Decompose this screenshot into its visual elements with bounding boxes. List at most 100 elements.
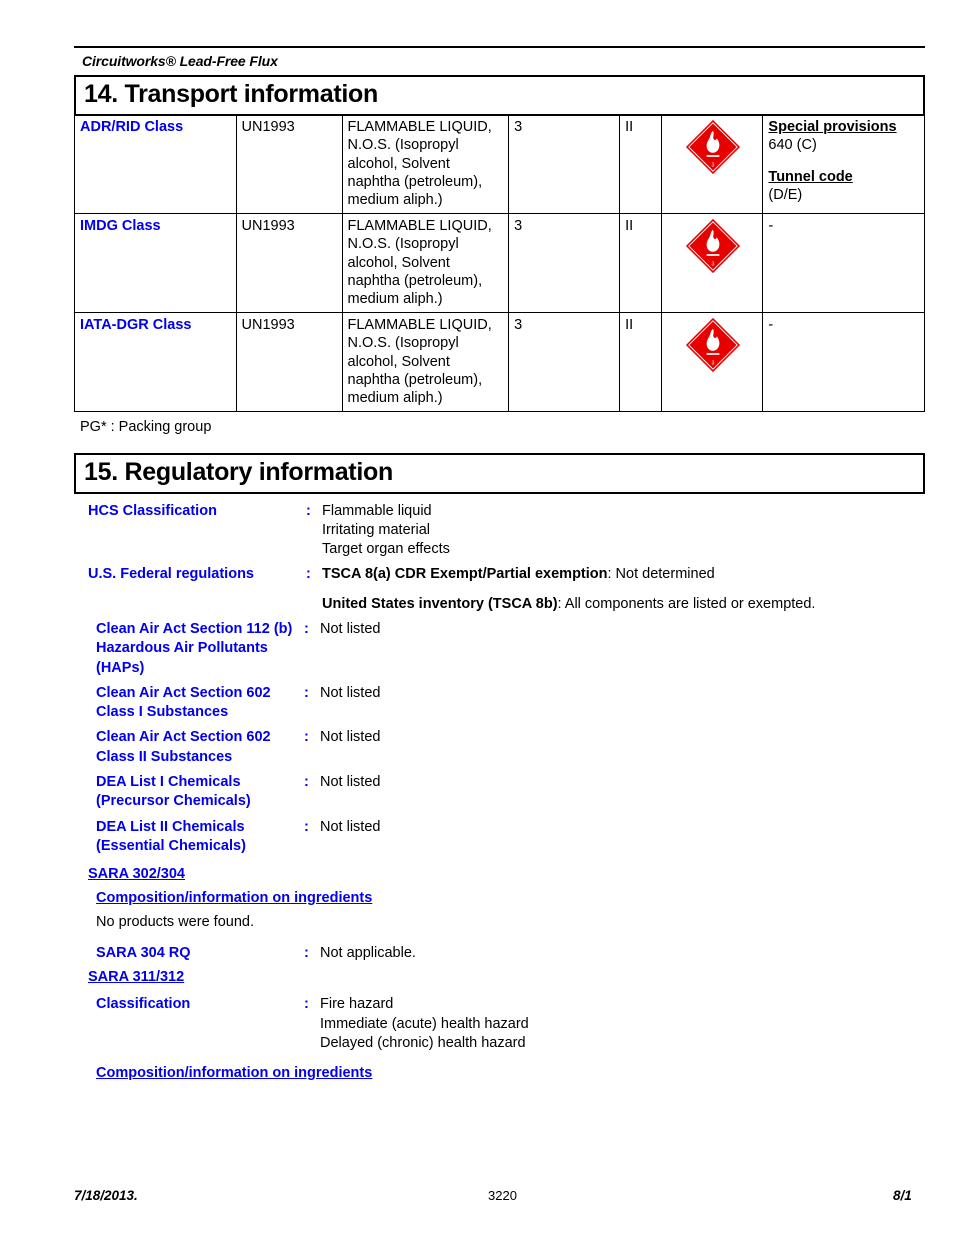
value-line: United States inventory (TSCA 8b): All c… (322, 595, 925, 614)
transport-shipping-name: FLAMMABLE LIQUID, N.O.S. (Isopropyl alco… (341, 311, 510, 412)
value-line: Immediate (acute) health hazard (320, 1015, 529, 1032)
value-line: Flammable liquid (322, 502, 432, 519)
clean-air-act-602-class-1-value: Not listed (320, 684, 381, 701)
transport-information-table: ADR/RID Class UN1993 FLAMMABLE LIQUID, N… (74, 113, 925, 412)
transport-un-number: UN1993 (235, 212, 343, 313)
regulatory-entries: HCS Classification : Flammable liquid Ir… (74, 502, 925, 1082)
clean-air-act-602-class-2-row: Clean Air Act Section 602 Class II Subst… (74, 728, 925, 767)
colon: : (306, 502, 311, 519)
section-15-wrapper: 15. Regulatory information (74, 452, 925, 494)
flammable-liquid-diamond-icon: 3 (684, 118, 742, 176)
colon: : (304, 996, 309, 1013)
page-content: Circuitworks® Lead-Free Flux 14. Transpo… (74, 0, 925, 1081)
dea-list-1-row: DEA List I Chemicals (Precursor Chemical… (74, 773, 925, 812)
sara-304-rq-row: SARA 304 RQ : Not applicable. (74, 944, 925, 963)
clean-air-act-602-class-2-value: Not listed (320, 729, 381, 746)
clean-air-act-112-row: Clean Air Act Section 112 (b) Hazardous … (74, 620, 925, 678)
flammable-liquid-diamond-icon: 3 (684, 217, 742, 275)
value-line: Fire hazard (320, 996, 394, 1013)
colon: : (304, 773, 309, 790)
colon: : (304, 945, 309, 962)
dea-list-2-value: Not listed (320, 818, 381, 835)
transport-row-label: ADR/RID Class (74, 113, 237, 214)
hcs-classification-label: HCS Classification (88, 502, 217, 519)
footer-page-number: 8/1 (893, 1188, 912, 1203)
section-15-title: 15. Regulatory information (74, 452, 925, 494)
dea-list-2-label: DEA List II Chemicals (Essential Chemica… (96, 818, 246, 854)
sds-page: Circuitworks® Lead-Free Flux 14. Transpo… (0, 0, 954, 1235)
transport-shipping-name: FLAMMABLE LIQUID, N.O.S. (Isopropyl alco… (341, 113, 510, 214)
flammable-liquid-diamond-icon: 3 (684, 316, 742, 374)
value-line: Irritating material (322, 521, 430, 538)
dea-list-1-value: Not listed (320, 773, 381, 790)
us-federal-regulations-row: U.S. Federal regulations : TSCA 8(a) CDR… (74, 565, 925, 614)
svg-text:3: 3 (712, 361, 715, 367)
transport-row-label: IMDG Class (74, 212, 237, 313)
colon: : (304, 818, 309, 835)
transport-additional-info: Special provisions 640 (C) Tunnel code (… (762, 113, 925, 214)
sara-304-rq-value: Not applicable. (320, 945, 416, 962)
transport-un-number: UN1993 (235, 311, 343, 412)
transport-additional-info: - (762, 311, 925, 412)
value-line: Target organ effects (322, 541, 450, 558)
clean-air-act-112-label: Clean Air Act Section 112 (b) Hazardous … (96, 621, 293, 676)
sara-311-312-classification-row: Classification : Fire hazard Immediate (… (74, 995, 925, 1053)
colon: : (304, 684, 309, 701)
tunnel-code-value: (D/E) (768, 186, 803, 203)
transport-pictogram-cell: 3 (661, 212, 764, 313)
colon: : (304, 729, 309, 746)
footer-date: 7/18/2013. (74, 1188, 138, 1203)
colon: : (304, 621, 309, 637)
svg-text:3: 3 (712, 262, 715, 268)
transport-row-label: IATA-DGR Class (74, 311, 237, 412)
transport-class: 3 (508, 113, 621, 214)
special-provisions-title: Special provisions (768, 118, 897, 135)
sara-311-312-classification-value: Fire hazard Immediate (acute) health haz… (320, 995, 925, 1053)
tsca-cdr-label: TSCA 8(a) CDR Exempt/Partial exemption (322, 566, 608, 583)
us-federal-regulations-label: U.S. Federal regulations (88, 566, 254, 583)
sara-302-304-composition-link: Composition/information on ingredients (96, 890, 373, 907)
svg-text:3: 3 (712, 162, 715, 168)
transport-additional-info: - (762, 212, 925, 313)
clean-air-act-112-value: Not listed (320, 621, 381, 637)
tunnel-code-title: Tunnel code (768, 168, 853, 185)
sara-302-304-heading: SARA 302/304 (88, 866, 185, 883)
transport-pictogram-cell: 3 (661, 311, 764, 412)
clean-air-act-602-class-1-label: Clean Air Act Section 602 Class I Substa… (96, 684, 271, 721)
value-line: Delayed (chronic) health hazard (320, 1034, 526, 1051)
tsca-cdr-value: : Not determined (607, 566, 715, 583)
sara-304-rq-label: SARA 304 RQ (96, 945, 191, 962)
hcs-classification-value: Flammable liquid Irritating material Tar… (322, 502, 925, 560)
transport-class: 3 (508, 311, 621, 412)
table-row: IMDG Class UN1993 FLAMMABLE LIQUID, N.O.… (74, 212, 925, 313)
clean-air-act-602-class-1-row: Clean Air Act Section 602 Class I Substa… (74, 684, 925, 723)
transport-packing-group: II (619, 212, 663, 313)
table-row: IATA-DGR Class UN1993 FLAMMABLE LIQUID, … (74, 311, 925, 412)
clean-air-act-602-class-2-label: Clean Air Act Section 602 Class II Subst… (96, 729, 271, 765)
tsca-inventory-value: : All components are listed or exempted. (557, 595, 816, 612)
dea-list-1-label: DEA List I Chemicals (Precursor Chemical… (96, 773, 251, 810)
running-header: Circuitworks® Lead-Free Flux (74, 46, 925, 77)
tsca-inventory-label: United States inventory (TSCA 8b) (322, 595, 558, 612)
value-line: TSCA 8(a) CDR Exempt/Partial exemption: … (322, 565, 925, 584)
page-footer: 7/18/2013. 3220 8/1 (0, 1188, 954, 1212)
transport-pictogram-cell: 3 (661, 113, 764, 214)
footer-product-code: 3220 (488, 1188, 517, 1203)
sara-311-312-heading: SARA 311/312 (88, 969, 185, 986)
packing-group-footnote: PG* : Packing group (80, 418, 212, 435)
hcs-classification-row: HCS Classification : Flammable liquid Ir… (74, 502, 925, 560)
transport-packing-group: II (619, 311, 663, 412)
colon: : (306, 566, 311, 583)
section-14-title: 14. Transport information (74, 77, 925, 116)
sara-302-304-note: No products were found. (96, 914, 254, 931)
table-row: ADR/RID Class UN1993 FLAMMABLE LIQUID, N… (74, 113, 925, 214)
transport-shipping-name: FLAMMABLE LIQUID, N.O.S. (Isopropyl alco… (341, 212, 510, 313)
sara-311-312-composition-link: Composition/information on ingredients (96, 1065, 373, 1082)
sara-311-312-classification-label: Classification (96, 996, 191, 1013)
transport-class: 3 (508, 212, 621, 313)
transport-un-number: UN1993 (235, 113, 343, 214)
special-provisions-value: 640 (C) (768, 137, 817, 154)
transport-packing-group: II (619, 113, 663, 214)
dea-list-2-row: DEA List II Chemicals (Essential Chemica… (74, 818, 925, 857)
